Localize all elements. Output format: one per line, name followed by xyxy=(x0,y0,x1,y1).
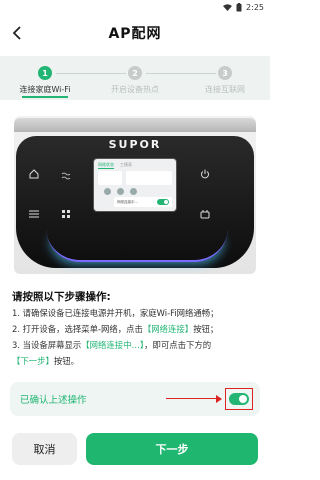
instructions-title: 请按照以下步骤操作: xyxy=(12,291,111,303)
active-step-indicator xyxy=(22,96,68,98)
screen-tabs: 网络状态 工模表 xyxy=(98,162,172,169)
instructions-list: 1. 请确保设备已连接电源并开机，家庭Wi-Fi网络通畅； 2. 打开设备，选择… xyxy=(12,305,258,369)
device-rim xyxy=(14,118,256,132)
navbar: AP配网 xyxy=(0,14,270,52)
globe-icon xyxy=(130,188,137,195)
cooker-icon xyxy=(199,208,211,220)
device-illustration: SUPOR 网络状态 工模表 网络连接中… xyxy=(14,116,256,274)
device-glow xyxy=(46,228,228,262)
status-bar: 2:25 xyxy=(0,0,270,14)
chevron-left-icon xyxy=(12,26,21,40)
screen-icons xyxy=(98,188,172,195)
cancel-button[interactable]: 取消 xyxy=(12,433,77,465)
wifi-icon xyxy=(117,188,124,195)
device-brand: SUPOR xyxy=(108,138,162,151)
highlight-box xyxy=(225,388,253,410)
instruction-step-2: 2. 打开设备，选择菜单-网络，点击【网络连接】按钮； xyxy=(12,321,258,337)
step-3: 3 连接互联网 xyxy=(180,66,270,95)
screen-popup: 网络连接中… xyxy=(114,197,172,207)
instruction-highlight: 【下一步】 xyxy=(12,356,54,366)
instruction-text: 按钮； xyxy=(193,324,219,334)
step-number: 2 xyxy=(128,66,142,80)
home-icon xyxy=(28,168,40,180)
page-title: AP配网 xyxy=(108,26,162,42)
step-label: 连接家庭Wi-Fi xyxy=(19,85,71,94)
confirm-label: 已确认上述操作 xyxy=(20,395,87,406)
back-button[interactable] xyxy=(6,22,28,44)
screen-detail-card xyxy=(126,171,172,185)
step-2: 2 开启设备热点 xyxy=(90,66,180,95)
instruction-text: 2. 打开设备，选择菜单-网络，点击 xyxy=(12,324,143,334)
instruction-step-3: 3. 当设备屏幕显示【网络连接中…】，即可点击下方的【下一步】按钮。 xyxy=(12,337,258,369)
step-label: 开启设备热点 xyxy=(111,85,159,94)
step-number: 3 xyxy=(218,66,232,80)
instruction-text: 3. 当设备屏幕显示 xyxy=(12,340,82,350)
instruction-highlight: 【网络连接】 xyxy=(142,324,194,334)
device-screen: 网络状态 工模表 网络连接中… xyxy=(93,158,177,212)
instruction-text: 按钮。 xyxy=(53,356,79,366)
instruction-step-1: 1. 请确保设备已连接电源并开机，家庭Wi-Fi网络通畅； xyxy=(12,308,219,318)
grid-icon xyxy=(60,208,72,220)
screen-tab: 网络状态 xyxy=(98,162,114,169)
toggle-knob xyxy=(239,395,247,403)
screen-popup-text: 网络连接中… xyxy=(117,199,138,204)
power-icon xyxy=(199,168,211,180)
screen-info xyxy=(98,171,172,185)
annotation-arrow xyxy=(166,398,220,399)
router-icon xyxy=(104,188,111,195)
screen-status-card xyxy=(98,171,122,185)
annotation-arrow-head xyxy=(216,395,222,403)
step-1: 1 连接家庭Wi-Fi xyxy=(0,66,90,95)
next-button[interactable]: 下一步 xyxy=(86,433,258,465)
step-label: 连接互联网 xyxy=(205,85,245,94)
wave-icon xyxy=(60,170,72,182)
screen-tab: 工模表 xyxy=(120,162,132,167)
instruction-text: ，即可点击下方的 xyxy=(144,340,212,350)
wifi-icon xyxy=(223,3,233,11)
instruction-highlight: 【网络连接中…】 xyxy=(81,340,145,350)
confirm-row: 已确认上述操作 xyxy=(10,382,260,416)
status-time: 2:25 xyxy=(246,2,264,12)
confirm-toggle[interactable] xyxy=(229,393,249,405)
stepper: 1 连接家庭Wi-Fi 2 开启设备热点 3 连接互联网 xyxy=(0,56,270,100)
screen-toggle xyxy=(157,199,169,205)
menu-icon xyxy=(28,208,40,220)
battery-icon xyxy=(236,2,242,11)
step-number: 1 xyxy=(38,66,52,80)
